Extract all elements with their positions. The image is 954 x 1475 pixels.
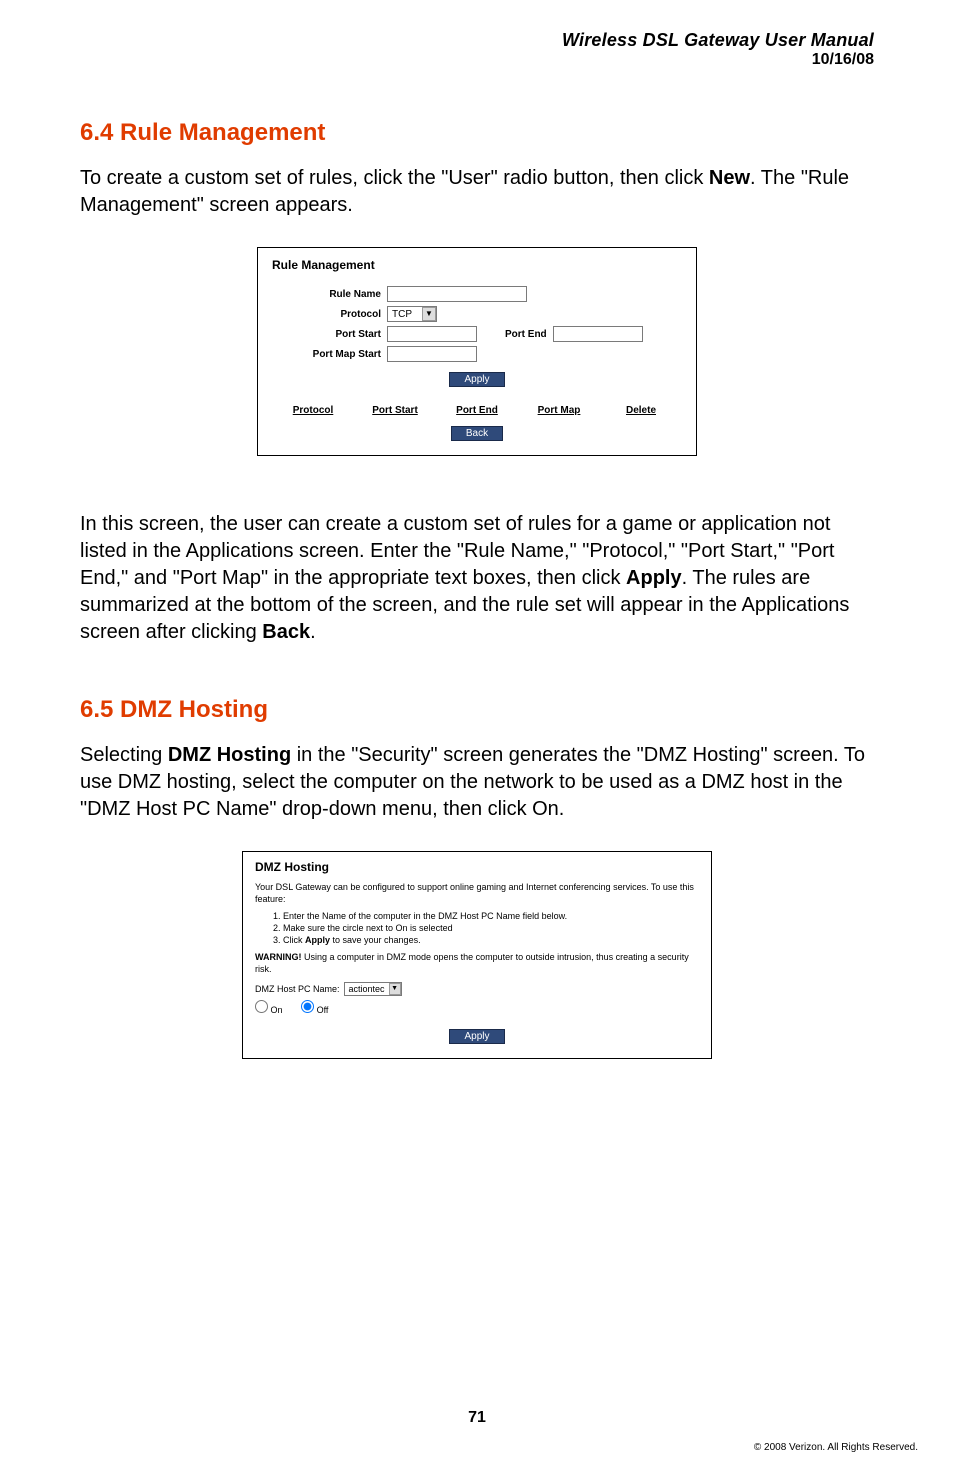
- port-map-start-input[interactable]: [387, 346, 477, 362]
- intro-pre: To create a custom set of rules, click t…: [80, 167, 709, 189]
- rule-name-input[interactable]: [387, 286, 527, 302]
- dmz-warning: WARNING! Using a computer in DMZ mode op…: [255, 952, 699, 975]
- protocol-select[interactable]: TCP ▼: [387, 306, 437, 322]
- protocol-value: TCP: [388, 309, 422, 320]
- radio-on[interactable]: [255, 1000, 268, 1013]
- dmz-apply-button[interactable]: Apply: [449, 1029, 504, 1044]
- port-map-start-label: Port Map Start: [272, 349, 387, 360]
- section-6-4-para2: In this screen, the user can create a cu…: [80, 511, 874, 646]
- dmz-step-2: Make sure the circle next to On is selec…: [283, 923, 699, 935]
- dmz-step-3: Click Apply to save your changes.: [283, 935, 699, 947]
- back-button[interactable]: Back: [451, 426, 503, 441]
- radio-off[interactable]: [301, 1000, 314, 1013]
- radio-on-label[interactable]: On: [255, 1005, 283, 1015]
- p2-b2: Back: [262, 621, 310, 643]
- copyright: © 2008 Verizon. All Rights Reserved.: [754, 1442, 918, 1453]
- section-6-4-heading: 6.4 Rule Management: [80, 119, 874, 147]
- protocol-label: Protocol: [272, 309, 387, 320]
- warning-text: Using a computer in DMZ mode opens the c…: [255, 952, 689, 974]
- intro-bold: New: [709, 167, 750, 189]
- col-port-start: Port Start: [360, 405, 430, 416]
- dmz-step-1: Enter the Name of the computer in the DM…: [283, 911, 699, 923]
- dmz-intro: Your DSL Gateway can be configured to su…: [255, 882, 699, 905]
- p65-a: Selecting: [80, 744, 168, 766]
- radio-off-label[interactable]: Off: [301, 1005, 328, 1015]
- chevron-down-icon: ▼: [389, 983, 401, 995]
- col-delete: Delete: [606, 405, 676, 416]
- chevron-down-icon: ▼: [422, 307, 436, 321]
- dmz-host-value: actiontec: [345, 984, 389, 994]
- port-start-label: Port Start: [272, 329, 387, 340]
- section-6-5-heading: 6.5 DMZ Hosting: [80, 696, 874, 724]
- rule-management-title: Rule Management: [272, 258, 682, 272]
- apply-button[interactable]: Apply: [449, 372, 504, 387]
- doc-date: 10/16/08: [80, 51, 874, 69]
- p2-d: .: [310, 621, 316, 643]
- section-6-4-intro: To create a custom set of rules, click t…: [80, 165, 874, 219]
- dmz-steps: Enter the Name of the computer in the DM…: [283, 911, 699, 946]
- dmz-host-label: DMZ Host PC Name:: [255, 984, 340, 994]
- page-number: 71: [0, 1409, 954, 1427]
- doc-title: Wireless DSL Gateway User Manual: [80, 30, 874, 51]
- port-start-input[interactable]: [387, 326, 477, 342]
- p2-b1: Apply: [626, 567, 682, 589]
- col-port-map: Port Map: [524, 405, 594, 416]
- dmz-hosting-title: DMZ Hosting: [255, 860, 699, 874]
- col-port-end: Port End: [442, 405, 512, 416]
- rule-name-label: Rule Name: [272, 289, 387, 300]
- port-end-label: Port End: [505, 329, 547, 340]
- section-6-5-para: Selecting DMZ Hosting in the "Security" …: [80, 742, 874, 823]
- dmz-radio-row: On Off: [255, 1000, 699, 1015]
- dmz-hosting-figure: DMZ Hosting Your DSL Gateway can be conf…: [242, 851, 712, 1059]
- rule-management-figure: Rule Management Rule Name Protocol TCP ▼…: [257, 247, 697, 456]
- p65-b1: DMZ Hosting: [168, 744, 291, 766]
- col-protocol: Protocol: [278, 405, 348, 416]
- doc-header: Wireless DSL Gateway User Manual 10/16/0…: [80, 30, 874, 69]
- dmz-host-select[interactable]: actiontec ▼: [344, 982, 402, 996]
- warning-label: WARNING!: [255, 952, 302, 962]
- rule-table-header: Protocol Port Start Port End Port Map De…: [272, 405, 682, 416]
- port-end-input[interactable]: [553, 326, 643, 342]
